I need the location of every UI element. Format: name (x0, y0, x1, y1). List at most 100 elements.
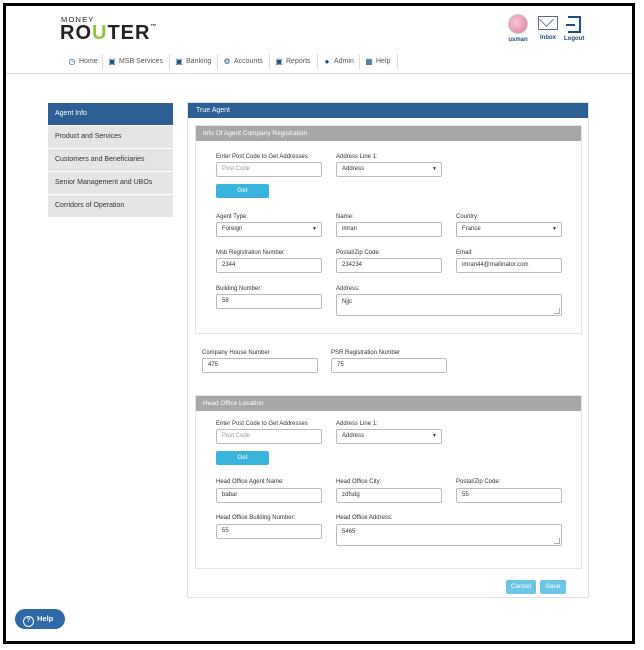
company-house-input[interactable]: 475 (202, 358, 318, 373)
logo-tm: ™ (150, 24, 158, 30)
logo[interactable]: ROUTER™ (60, 22, 157, 45)
section-heading: Head Office Location (196, 396, 581, 411)
country-label: Country: (456, 214, 479, 220)
nav-item-home[interactable]: ◷ Home (68, 51, 98, 73)
ho-agent-name-input[interactable]: babar (216, 488, 322, 503)
agent-type-label: Agent Type: (216, 214, 248, 220)
company-house-label: Company House Number (202, 350, 270, 356)
get-address-button[interactable]: Get (216, 184, 269, 198)
document-icon: ▣ (275, 57, 283, 66)
grid-icon: ▦ (365, 57, 373, 66)
avatar (508, 14, 528, 34)
nav-label: Reports (286, 58, 311, 65)
panel-title: True Agent (188, 103, 588, 118)
logo-text-a: RO (60, 22, 92, 44)
nav-label: Banking (186, 58, 212, 65)
agent-type-value: Foreign (222, 226, 243, 232)
nav-item-admin[interactable]: ● Admin (323, 51, 354, 73)
postal-input[interactable]: 234234 (336, 258, 442, 273)
resize-handle-icon[interactable] (554, 308, 560, 314)
ho-postal-label: Postal/Zip Code: (456, 479, 501, 485)
ho-postcode-label: Enter Post Code to Get Addresses (216, 421, 308, 427)
sidebar-item-customers-and-beneficiaries[interactable]: Customers and Beneficiaries (48, 149, 173, 171)
mail-icon (538, 16, 558, 30)
sidebar: Agent Info Product and Services Customer… (48, 103, 173, 218)
logout-button[interactable]: Logout (564, 16, 584, 42)
help-label: Help (37, 614, 54, 623)
user-menu[interactable]: usman (508, 14, 528, 43)
sidebar-item-agent-info[interactable]: Agent Info (48, 103, 173, 125)
top-header: MONEY ROUTER™ usman Inbox Logout (6, 6, 632, 52)
address-label: Address: (336, 286, 360, 292)
ho-postcode-input[interactable]: Post Code (216, 429, 322, 444)
ho-building-input[interactable]: 55 (216, 524, 322, 539)
inbox-button[interactable]: Inbox (538, 14, 558, 41)
email-input[interactable]: imran44@mailinator.com (456, 258, 562, 273)
chevron-down-icon: ▼ (432, 433, 437, 439)
inbox-label: Inbox (540, 35, 556, 41)
ho-address-line-select[interactable]: Address ▼ (336, 429, 442, 444)
user-name: usman (508, 37, 528, 43)
ho-postal-input[interactable]: 55 (456, 488, 562, 503)
nav-label: MSB Services (119, 58, 163, 65)
msb-label: Msb Registration Number: (216, 250, 286, 256)
psr-label: PSR Registration Number (331, 350, 401, 356)
postcode-label: Enter Post Code to Get Addresses (216, 154, 308, 160)
agent-type-select[interactable]: Foreign ▼ (216, 222, 322, 237)
registration-section: Info Of Agent Company Registration Enter… (195, 125, 582, 334)
nav-label: Home (79, 58, 98, 65)
building-input[interactable]: 58 (216, 294, 322, 309)
ho-address-line-label: Address Line 1: (336, 421, 378, 427)
nav-label: Accounts (234, 58, 263, 65)
ho-agent-name-label: Head Office Agent Name: (216, 479, 284, 485)
ho-city-label: Head Office City: (336, 479, 382, 485)
logout-label: Logout (564, 36, 585, 42)
sidebar-item-corridors-of-operation[interactable]: Corridors of Operation (48, 195, 173, 217)
nav-label: Help (376, 58, 391, 65)
sidebar-item-senior-management[interactable]: Senior Management and UBOs (48, 172, 173, 194)
logout-icon (565, 16, 581, 33)
postcode-input[interactable]: Post Code (216, 162, 322, 177)
head-office-section: Head Office Location Enter Post Code to … (195, 395, 582, 569)
nav-item-help[interactable]: ▦ Help (365, 51, 390, 73)
ho-address-value: 5465 (342, 529, 356, 535)
address-line-label: Address Line 1: (336, 154, 378, 160)
gear-icon: ⚙ (223, 57, 231, 66)
nav-item-reports[interactable]: ▣ Reports (275, 51, 311, 73)
app-window: MONEY ROUTER™ usman Inbox Logout ◷ Home ▣… (3, 3, 635, 644)
agent-form-panel: True Agent Info Of Agent Company Registr… (187, 102, 589, 598)
country-value: France (462, 226, 481, 232)
question-icon: ? (23, 616, 34, 627)
section-heading: Info Of Agent Company Registration (196, 126, 581, 141)
ho-building-label: Head Office Building Number: (216, 515, 296, 521)
psr-input[interactable]: 75 (331, 358, 447, 373)
name-input[interactable]: imran (336, 222, 442, 237)
ho-city-input[interactable]: zdfsdg (336, 488, 442, 503)
cancel-button[interactable]: Cancel (506, 580, 536, 594)
logo-text-u: U (92, 22, 108, 44)
user-icon: ● (324, 57, 330, 66)
country-select[interactable]: France ▼ (456, 222, 562, 237)
chevron-down-icon: ▼ (312, 226, 317, 232)
help-floating-button[interactable]: ? Help (15, 609, 65, 629)
msb-input[interactable]: 2344 (216, 258, 322, 273)
address-line-value: Address (342, 166, 365, 172)
ho-address-textarea[interactable]: 5465 (336, 524, 562, 546)
nav-item-accounts[interactable]: ⚙ Accounts (223, 51, 263, 73)
address-line-select[interactable]: Address ▼ (336, 162, 442, 177)
chevron-down-icon: ▼ (432, 166, 437, 172)
address-value: Njjc (342, 299, 352, 305)
email-label: Email: (456, 250, 473, 256)
save-button[interactable]: Save (540, 580, 566, 594)
sidebar-item-product-and-services[interactable]: Product and Services (48, 126, 173, 148)
document-icon: ▣ (108, 57, 116, 66)
ho-get-address-button[interactable]: Get (216, 451, 269, 465)
resize-handle-icon[interactable] (554, 538, 560, 544)
clock-icon: ◷ (68, 57, 76, 66)
main-nav: ◷ Home ▣ MSB Services ▣ Banking ⚙ Accounts ▣… (6, 51, 632, 74)
building-label: Building Number: (216, 286, 263, 292)
postal-label: Postal/Zip Code: (336, 250, 381, 256)
nav-item-msb-services[interactable]: ▣ MSB Services (108, 51, 163, 73)
address-textarea[interactable]: Njjc (336, 294, 562, 316)
nav-item-banking[interactable]: ▣ Banking (175, 51, 211, 73)
